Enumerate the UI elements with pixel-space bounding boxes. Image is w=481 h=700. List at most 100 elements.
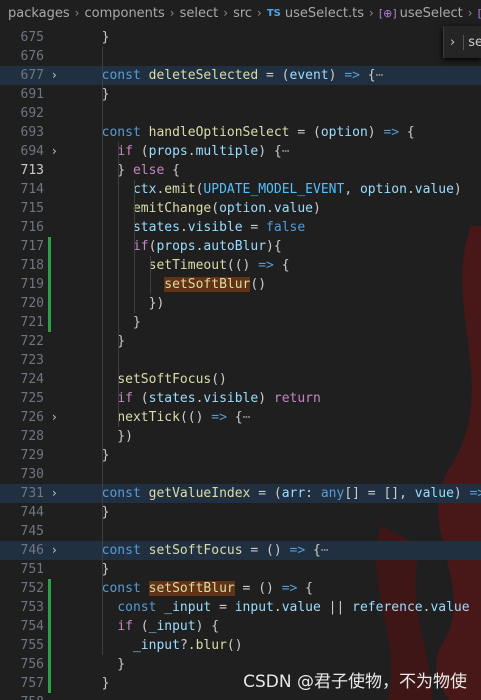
code-line[interactable]: 714 ctx.emit(UPDATE_MODEL_EVENT, option.… xyxy=(0,180,481,199)
breadcrumb-symbol[interactable]: useSelect xyxy=(400,6,463,21)
code-line[interactable]: 730 xyxy=(0,465,481,484)
breadcrumb-file[interactable]: useSelect.ts xyxy=(285,6,364,21)
code-text: ctx.emit(UPDATE_MODEL_EVENT, option.valu… xyxy=(132,182,462,197)
line-number: 731 xyxy=(20,486,44,501)
chevron-right-icon: › xyxy=(257,6,262,20)
line-number: 677 xyxy=(20,68,44,83)
code-line[interactable]: 746 › const setSoftFocus = () => {⋯ xyxy=(0,541,481,560)
typescript-file-icon: TS xyxy=(266,7,281,19)
code-line[interactable]: 720 }) xyxy=(0,294,481,313)
line-number: 756 xyxy=(20,657,44,672)
code-line[interactable]: 677 › const deleteSelected = (event) => {… xyxy=(0,66,481,85)
code-line[interactable]: 724 setSoftFocus() xyxy=(0,370,481,389)
code-line[interactable]: 744 } xyxy=(0,503,481,522)
code-line[interactable]: 692 xyxy=(0,104,481,123)
line-number: 758 xyxy=(0,693,44,700)
code-text: } else { xyxy=(86,163,180,178)
code-text: setTimeout(() => { xyxy=(148,258,290,273)
code-line[interactable]: 723 xyxy=(0,351,481,370)
indent-guide xyxy=(150,256,151,294)
chevron-right-icon[interactable]: › xyxy=(450,35,455,50)
fold-chevron-icon[interactable]: › xyxy=(52,408,64,427)
code-line[interactable]: 722 } xyxy=(0,332,481,351)
code-line[interactable]: 715 emitChange(option.value) xyxy=(0,199,481,218)
code-line[interactable]: 755 _input?.blur() xyxy=(0,636,481,655)
line-number: 728 xyxy=(20,429,44,444)
code-line[interactable]: 753 const _input = input.value || refere… xyxy=(0,598,481,617)
code-text: } xyxy=(86,448,110,463)
line-number: 721 xyxy=(20,315,44,330)
code-line[interactable]: 729 } xyxy=(0,446,481,465)
code-text: _input?.blur() xyxy=(132,638,243,653)
code-line[interactable]: 693 const handleOptionSelect = (option) … xyxy=(0,123,481,142)
fold-chevron-icon[interactable]: › xyxy=(52,484,64,503)
code-text: } xyxy=(86,334,126,349)
line-number: 755 xyxy=(20,638,44,653)
code-text: if (_input) { xyxy=(117,619,220,634)
code-line[interactable]: 758 xyxy=(0,693,481,700)
chevron-right-icon: › xyxy=(467,6,473,20)
breadcrumb-item[interactable]: src xyxy=(233,6,252,21)
code-text: }) xyxy=(86,429,133,444)
chevron-right-icon: › xyxy=(169,6,175,20)
line-number: 722 xyxy=(20,334,44,349)
code-line[interactable]: 754 if (_input) { xyxy=(0,617,481,636)
code-editor[interactable]: 675 } 676 677 › const deleteSelected = (eve… xyxy=(0,26,481,700)
code-line[interactable]: 713 } else { xyxy=(0,161,481,180)
code-text: nextTick(() => {⋯ xyxy=(117,410,251,425)
code-line[interactable]: 717 if(props.autoBlur){ xyxy=(0,237,481,256)
line-number: 723 xyxy=(20,353,44,368)
code-line[interactable]: 751 } xyxy=(0,560,481,579)
find-input[interactable]: se xyxy=(463,34,481,50)
line-number: 715 xyxy=(20,201,44,216)
code-text: const setSoftFocus = () => {⋯ xyxy=(101,543,329,558)
line-number: 753 xyxy=(20,600,44,615)
line-number: 676 xyxy=(20,49,44,64)
code-line[interactable]: 721 } xyxy=(0,313,481,332)
indent-guide xyxy=(102,47,103,655)
code-line[interactable]: 675 } xyxy=(0,28,481,47)
indent-guide xyxy=(134,180,135,313)
code-line[interactable]: 745 xyxy=(0,522,481,541)
git-added-marker[interactable] xyxy=(48,237,51,332)
code-line[interactable]: 728 }) xyxy=(0,427,481,446)
line-number: 730 xyxy=(20,467,44,482)
fold-chevron-icon[interactable]: › xyxy=(52,541,64,560)
code-line[interactable]: 694 › if (props.multiple) {⋯ xyxy=(0,142,481,161)
indent-guide xyxy=(118,142,119,427)
code-line[interactable]: 719 setSoftBlur() xyxy=(0,275,481,294)
line-number: 692 xyxy=(20,106,44,121)
line-number: 693 xyxy=(20,125,44,140)
code-text: if (props.multiple) {⋯ xyxy=(117,144,290,159)
line-number: 718 xyxy=(20,258,44,273)
watermark: CSDN @君子使物，不为物使 xyxy=(243,672,467,692)
line-number: 714 xyxy=(20,182,44,197)
code-text: const getValueIndex = (arr: any[] = [], … xyxy=(101,486,481,501)
line-number: 746 xyxy=(20,543,44,558)
code-line[interactable]: 726 › nextTick(() => {⋯ xyxy=(0,408,481,427)
code-line[interactable]: 716 states.visible = false xyxy=(0,218,481,237)
line-number: 691 xyxy=(20,87,44,102)
fold-chevron-icon[interactable]: › xyxy=(52,142,64,161)
code-line[interactable]: 718 setTimeout(() => { xyxy=(0,256,481,275)
fold-chevron-icon[interactable]: › xyxy=(52,66,64,85)
code-text: } xyxy=(86,87,110,102)
breadcrumb-item[interactable]: components xyxy=(84,6,164,21)
line-number: 726 xyxy=(20,410,44,425)
line-number: 754 xyxy=(20,619,44,634)
code-line[interactable]: 676 xyxy=(0,47,481,66)
code-text: } xyxy=(86,562,110,577)
breadcrumb-item[interactable]: select xyxy=(180,6,219,21)
chevron-right-icon: › xyxy=(223,6,229,20)
method-symbol-icon: [⊕] xyxy=(478,7,481,20)
code-line[interactable]: 691 } xyxy=(0,85,481,104)
git-added-marker[interactable] xyxy=(48,579,51,693)
find-widget[interactable]: › se xyxy=(443,26,481,58)
breadcrumb-item[interactable]: packages xyxy=(8,6,70,21)
line-number: 724 xyxy=(20,372,44,387)
code-text: setSoftBlur() xyxy=(164,277,267,292)
chevron-right-icon: › xyxy=(369,6,374,20)
code-line[interactable]: 731 › const getValueIndex = (arr: any[] =… xyxy=(0,484,481,503)
code-line[interactable]: 725 if (states.visible) return xyxy=(0,389,481,408)
code-line[interactable]: 752 const setSoftBlur = () => { xyxy=(0,579,481,598)
